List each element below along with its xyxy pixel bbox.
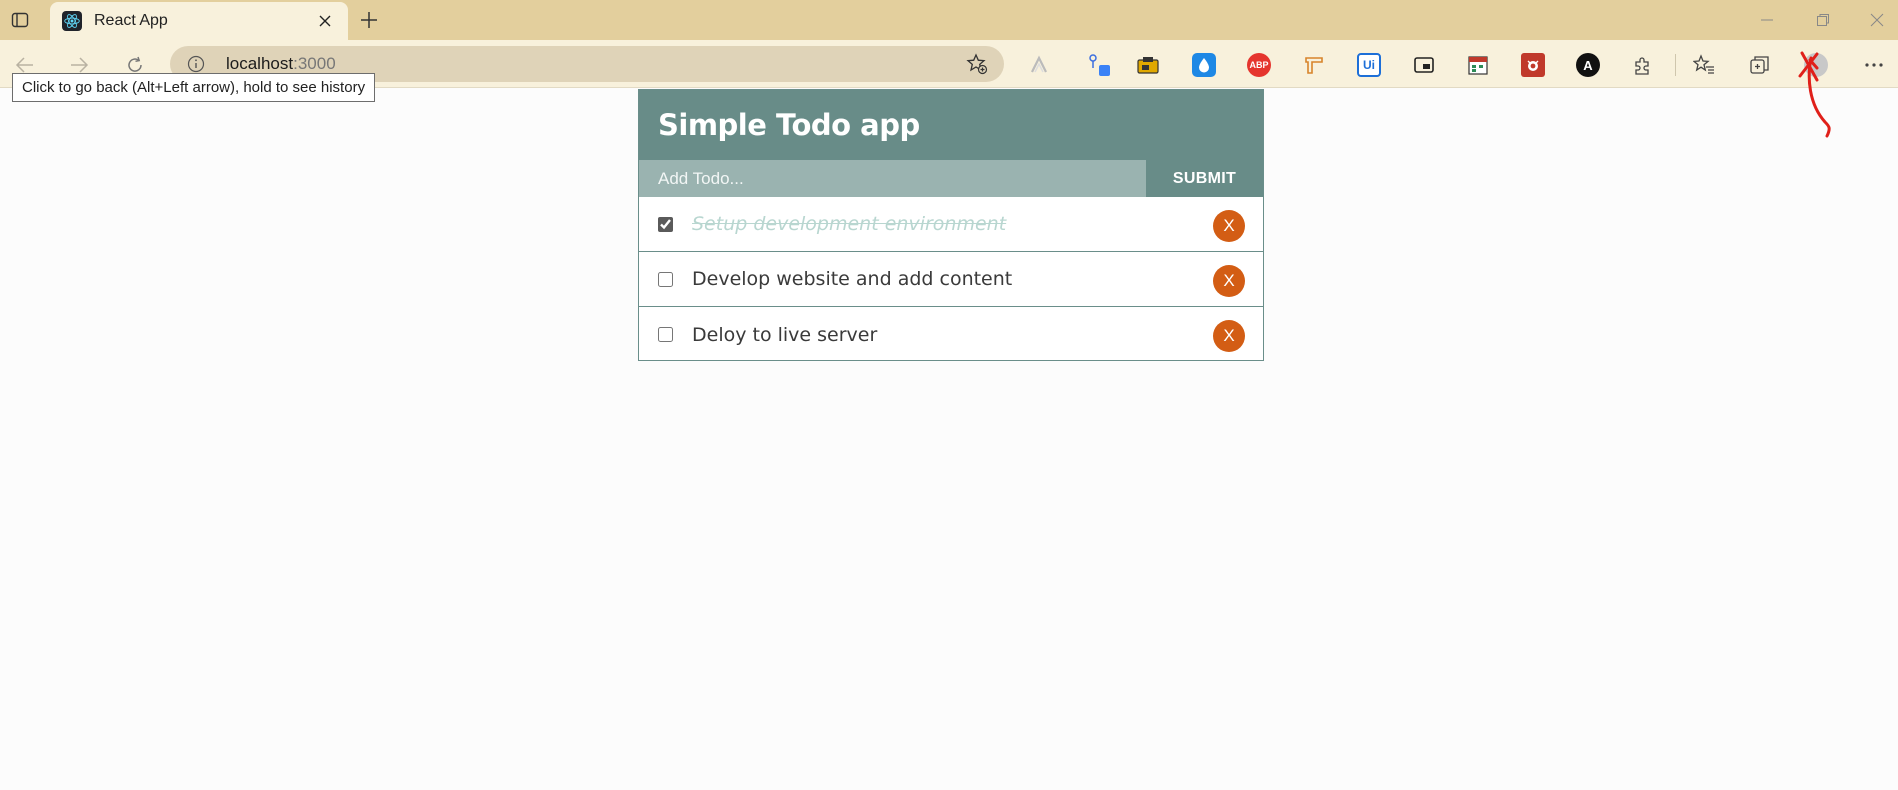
water-extension-icon[interactable]	[1192, 53, 1216, 77]
picture-in-picture-icon[interactable]	[1412, 53, 1436, 77]
add-todo-form: SUBMIT	[639, 160, 1263, 197]
add-todo-input[interactable]	[639, 160, 1146, 197]
ruler-extension-icon[interactable]	[1302, 53, 1326, 77]
delete-todo-button[interactable]: X	[1213, 265, 1245, 297]
info-icon[interactable]	[186, 54, 206, 74]
url-host: localhost	[226, 54, 294, 73]
back-tooltip: Click to go back (Alt+Left arrow), hold …	[12, 73, 376, 102]
app-title: Simple Todo app	[658, 108, 920, 142]
todo-text: Deloy to live server	[692, 323, 878, 346]
todo-checkbox[interactable]	[658, 216, 673, 232]
todo-item: Setup development environment X	[639, 197, 1263, 252]
close-window-icon[interactable]	[1862, 8, 1892, 32]
todo-list: Setup development environment X Develop …	[639, 197, 1263, 362]
todo-item: Develop website and add content X	[639, 252, 1263, 307]
toolbar-separator	[1675, 54, 1676, 76]
extensions-puzzle-icon[interactable]	[1631, 53, 1655, 77]
submit-button[interactable]: SUBMIT	[1146, 160, 1263, 197]
angular-extension-icon[interactable]: A	[1576, 53, 1600, 77]
screenshot-extension-icon[interactable]	[1136, 53, 1160, 77]
url-text: localhost:3000	[226, 54, 964, 74]
more-options-icon[interactable]	[1862, 53, 1886, 77]
minimize-icon[interactable]	[1752, 8, 1782, 32]
calendar-extension-icon[interactable]	[1466, 53, 1490, 77]
url-port: :3000	[293, 54, 336, 73]
todo-text: Setup development environment	[692, 213, 1007, 235]
abp-extension-icon[interactable]: ABP	[1247, 53, 1271, 77]
app-header: Simple Todo app	[639, 90, 1263, 160]
close-tab-icon[interactable]	[314, 10, 336, 32]
todo-item: Deloy to live server X	[639, 307, 1263, 362]
add-favorite-icon[interactable]	[964, 51, 990, 77]
restore-icon[interactable]	[1808, 8, 1838, 32]
todo-checkbox[interactable]	[658, 271, 673, 287]
tab-title: React App	[94, 12, 168, 29]
collections-icon[interactable]	[1748, 53, 1772, 77]
delete-todo-button[interactable]: X	[1213, 210, 1245, 242]
arc-extension-icon[interactable]	[1027, 53, 1051, 77]
browser-tab[interactable]: React App	[50, 2, 348, 40]
bug-extension-icon[interactable]	[1521, 53, 1545, 77]
todo-app: Simple Todo app SUBMIT Setup development…	[638, 89, 1264, 361]
delete-todo-button[interactable]: X	[1213, 320, 1245, 352]
tab-strip: React App	[0, 0, 1898, 40]
sidebar-icon[interactable]	[1087, 53, 1111, 77]
favorites-icon[interactable]	[1692, 53, 1716, 77]
new-tab-icon[interactable]	[357, 8, 381, 32]
todo-text: Develop website and add content	[692, 268, 1013, 290]
tab-actions-icon[interactable]	[8, 8, 32, 32]
todo-checkbox[interactable]	[658, 327, 673, 342]
profile-avatar[interactable]	[1804, 53, 1828, 77]
react-icon	[62, 11, 82, 31]
ui-extension-icon[interactable]: Ui	[1357, 53, 1381, 77]
